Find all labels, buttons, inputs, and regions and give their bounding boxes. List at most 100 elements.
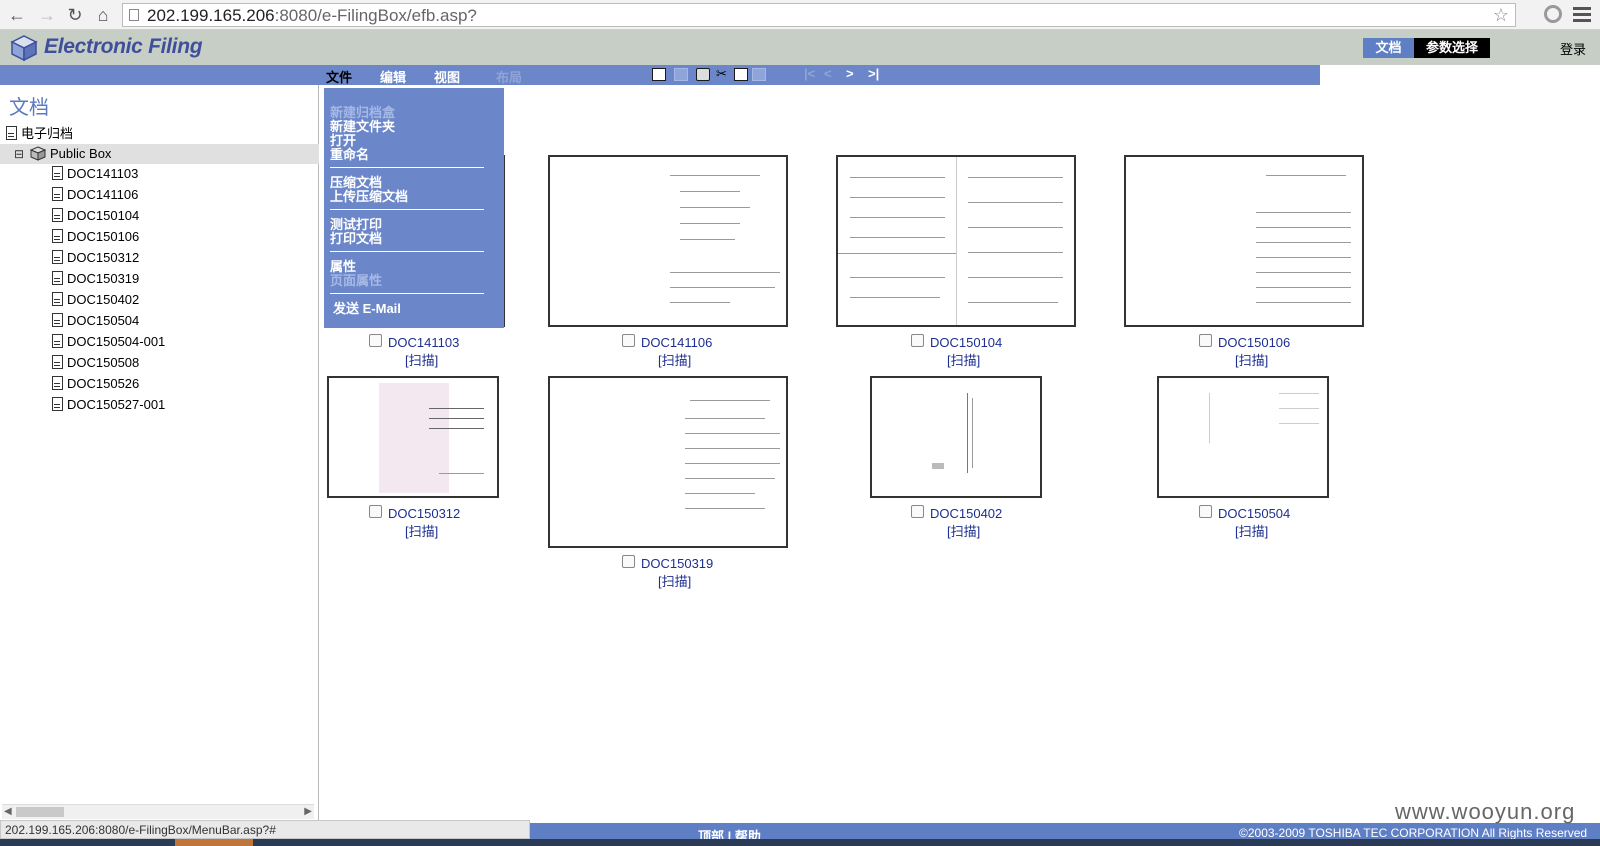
doc-thumbnail[interactable]	[836, 155, 1076, 327]
nav-first-button[interactable]: |<	[804, 66, 815, 81]
save-disk-icon[interactable]	[674, 68, 688, 81]
scan-link[interactable]: [扫描]	[1235, 350, 1268, 369]
address-bar[interactable]: 202.199.165.206:8080/e-FilingBox/efb.asp…	[122, 3, 1516, 27]
menu-file[interactable]: 文件	[326, 67, 352, 86]
print-icon[interactable]	[696, 68, 710, 81]
doc-name-link[interactable]: DOC141103	[388, 335, 459, 350]
taskbar-button[interactable]	[175, 839, 253, 846]
scroll-thumb[interactable]	[16, 807, 64, 817]
select-checkbox[interactable]	[622, 334, 635, 347]
forward-icon[interactable]: →	[36, 4, 58, 26]
tree-doc-label: DOC150527-001	[67, 397, 166, 412]
doc-caption[interactable]: DOC150504	[1199, 505, 1290, 521]
doc-name-link[interactable]: DOC150312	[388, 506, 460, 521]
menu-separator	[330, 293, 484, 294]
doc-caption[interactable]: DOC141103	[369, 334, 459, 350]
tree-doc[interactable]: DOC150402	[52, 292, 139, 307]
scroll-left-icon[interactable]: ◀	[4, 805, 12, 819]
tree-doc[interactable]: DOC150319	[52, 271, 139, 286]
paste-icon[interactable]	[752, 68, 766, 81]
select-checkbox[interactable]	[369, 334, 382, 347]
tree-doc[interactable]: DOC141106	[52, 187, 138, 202]
watermark: www.wooyun.org	[1395, 799, 1576, 824]
move-doc-icon[interactable]	[652, 68, 666, 81]
select-checkbox[interactable]	[911, 334, 924, 347]
doc-name-link[interactable]: DOC150104	[930, 335, 1002, 350]
doc-name-link[interactable]: DOC150402	[930, 506, 1002, 521]
tree-doc[interactable]: DOC150104	[52, 208, 139, 223]
doc-thumbnail[interactable]	[327, 376, 499, 498]
tree-doc[interactable]: DOC150312	[52, 250, 139, 265]
doc-thumbnail[interactable]	[1124, 155, 1364, 327]
tree-doc[interactable]: DOC150504	[52, 313, 139, 328]
tree-doc[interactable]: DOC150526	[52, 376, 139, 391]
login-link[interactable]: 登录	[1560, 39, 1586, 58]
tree-root[interactable]: 电子归档	[6, 123, 73, 142]
menu-send-email[interactable]: 发送 E-Mail	[333, 298, 401, 317]
address-text[interactable]: 202.199.165.206:8080/e-FilingBox/efb.asp…	[147, 6, 477, 26]
extension-icon[interactable]	[1544, 5, 1562, 23]
browser-menu-icon[interactable]	[1573, 7, 1591, 25]
app-logo-text: Electronic Filing	[44, 35, 203, 58]
menu-page-properties[interactable]: 页面属性	[330, 270, 382, 289]
doc-thumbnail[interactable]	[548, 155, 788, 327]
select-checkbox[interactable]	[911, 505, 924, 518]
doc-name-link[interactable]: DOC150504	[1218, 506, 1290, 521]
scan-link[interactable]: [扫描]	[947, 521, 980, 540]
horizontal-scrollbar[interactable]: ◀ ▶	[2, 804, 314, 819]
scan-link[interactable]: [扫描]	[405, 521, 438, 540]
doc-thumbnail[interactable]	[1157, 376, 1329, 498]
menu-separator	[330, 251, 484, 252]
menu-print-document[interactable]: 打印文档	[330, 228, 382, 247]
doc-thumbnail[interactable]	[548, 376, 788, 548]
tree-doc-label: DOC150504-001	[67, 334, 166, 349]
select-checkbox[interactable]	[1199, 334, 1212, 347]
menu-layout[interactable]: 布局	[496, 67, 522, 86]
status-bar-url: 202.199.165.206:8080/e-FilingBox/MenuBar…	[0, 820, 530, 839]
tab-documents[interactable]: 文档	[1363, 38, 1414, 58]
tab-preferences[interactable]: 参数选择	[1414, 38, 1490, 58]
scan-link[interactable]: [扫描]	[658, 350, 691, 369]
scan-link[interactable]: [扫描]	[947, 350, 980, 369]
nav-next-button[interactable]: >	[846, 66, 854, 81]
doc-thumbnail[interactable]	[870, 376, 1042, 498]
select-checkbox[interactable]	[1199, 505, 1212, 518]
doc-caption[interactable]: DOC150104	[911, 334, 1002, 350]
menu-edit[interactable]: 编辑	[380, 67, 406, 86]
home-icon[interactable]: ⌂	[92, 4, 114, 26]
menu-view[interactable]: 视图	[434, 67, 460, 86]
select-checkbox[interactable]	[622, 555, 635, 568]
tree-doc[interactable]: DOC141103	[52, 166, 138, 181]
document-icon	[52, 292, 63, 306]
menu-upload-compressed[interactable]: 上传压缩文档	[330, 186, 408, 205]
doc-caption[interactable]: DOC150106	[1199, 334, 1290, 350]
doc-name-link[interactable]: DOC150319	[641, 556, 713, 571]
nav-prev-button[interactable]: <	[824, 66, 832, 81]
document-icon	[52, 187, 63, 201]
doc-caption[interactable]: DOC150402	[911, 505, 1002, 521]
tree-doc[interactable]: DOC150508	[52, 355, 139, 370]
scan-link[interactable]: [扫描]	[1235, 521, 1268, 540]
document-icon	[52, 250, 63, 264]
doc-name-link[interactable]: DOC141106	[641, 335, 712, 350]
menu-rename[interactable]: 重命名	[330, 144, 369, 163]
doc-caption[interactable]: DOC141106	[622, 334, 712, 350]
cut-icon[interactable]: ✂	[716, 67, 730, 80]
doc-name-link[interactable]: DOC150106	[1218, 335, 1290, 350]
scroll-right-icon[interactable]: ▶	[304, 805, 312, 819]
doc-caption[interactable]: DOC150319	[622, 555, 713, 571]
collapse-icon[interactable]: ⊟	[14, 147, 24, 161]
copy-icon[interactable]	[734, 68, 748, 81]
bookmark-star-icon[interactable]: ☆	[1493, 4, 1509, 26]
tree-item-public-box[interactable]: ⊟ Public Box	[0, 144, 319, 164]
select-checkbox[interactable]	[369, 505, 382, 518]
scan-link[interactable]: [扫描]	[405, 350, 438, 369]
tree-doc[interactable]: DOC150527-001	[52, 397, 165, 412]
scan-link[interactable]: [扫描]	[658, 571, 691, 590]
nav-last-button[interactable]: >|	[868, 66, 879, 81]
back-icon[interactable]: ←	[6, 4, 28, 26]
tree-doc[interactable]: DOC150504-001	[52, 334, 165, 349]
doc-caption[interactable]: DOC150312	[369, 505, 460, 521]
tree-doc[interactable]: DOC150106	[52, 229, 139, 244]
reload-icon[interactable]: ↻	[64, 4, 86, 26]
